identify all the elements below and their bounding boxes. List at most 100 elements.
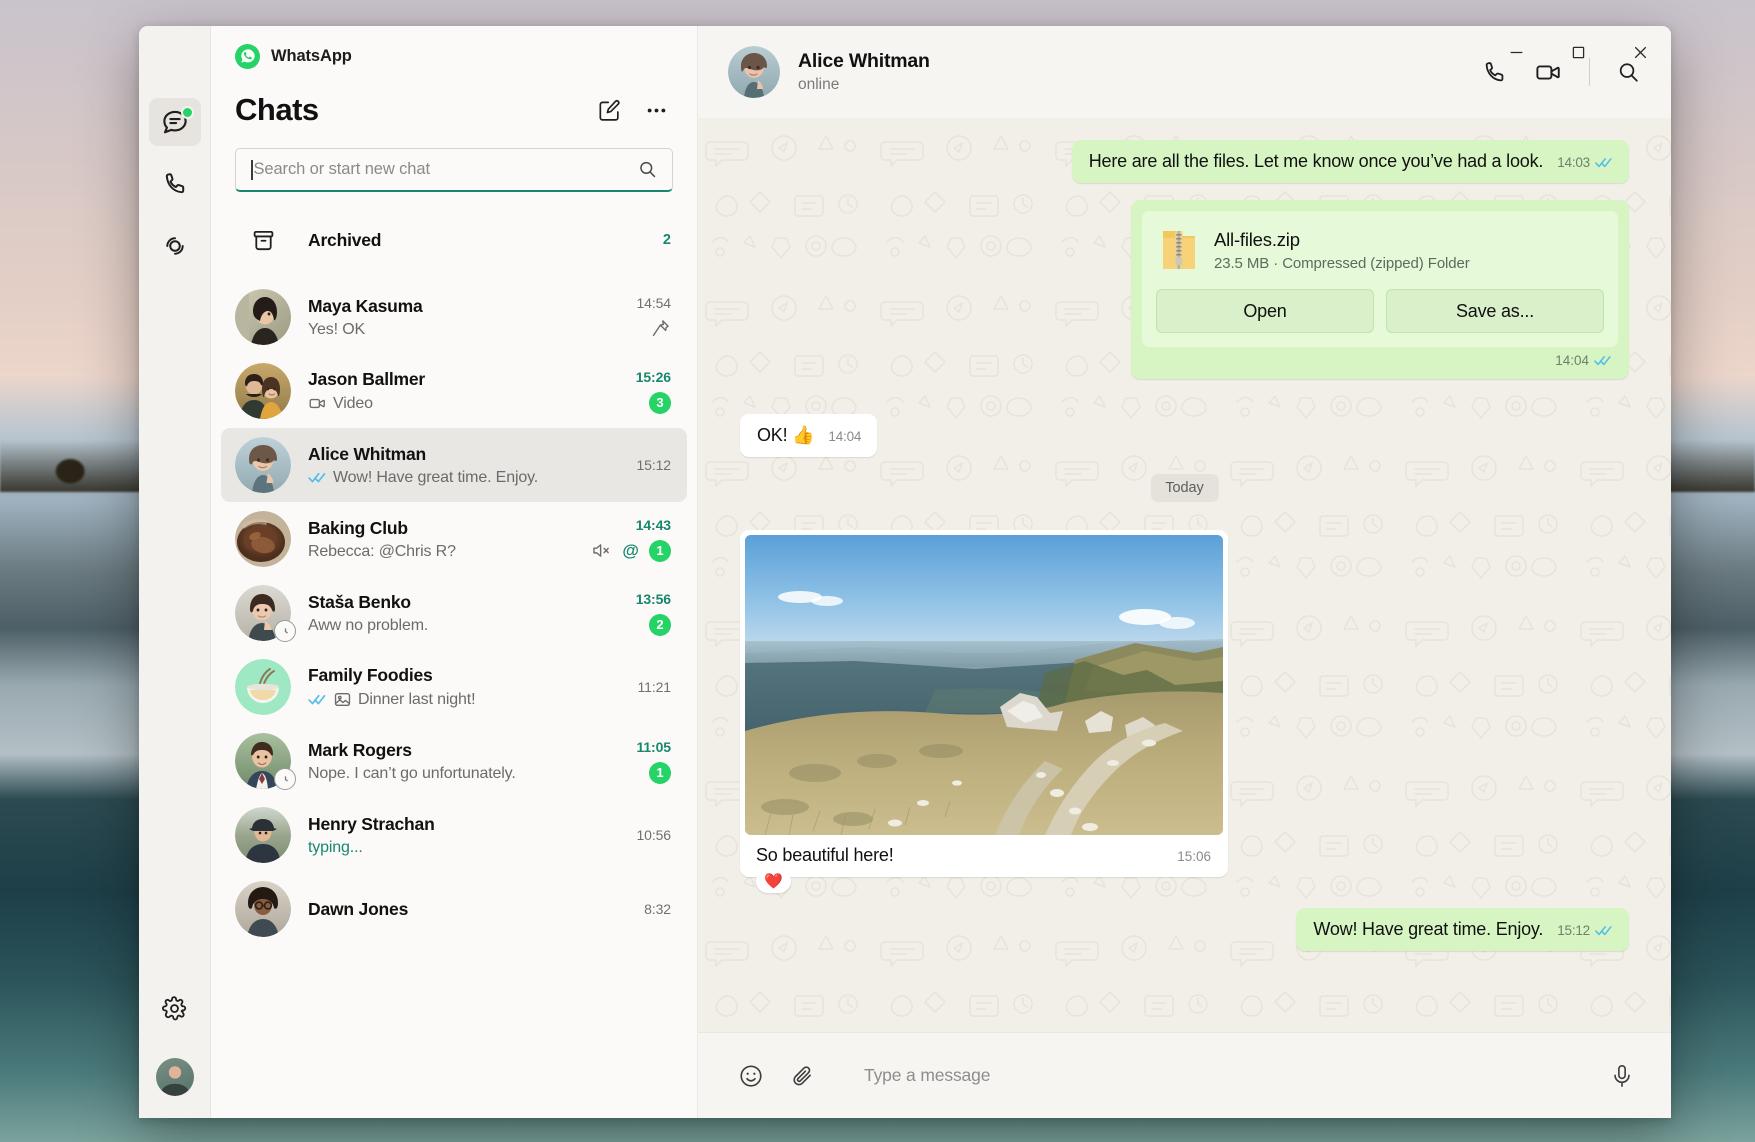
contact-avatar[interactable]	[235, 585, 296, 642]
chat-rows-container: Archived 2 Maya Kasuma Yes! OK 14:54 Jas…	[211, 192, 697, 1118]
chat-list-actions	[597, 98, 669, 123]
avatar-image	[235, 881, 291, 937]
file-save-as-button[interactable]: Save as...	[1386, 289, 1604, 333]
close-button[interactable]	[1609, 26, 1671, 78]
contact-avatar[interactable]	[235, 511, 291, 567]
message-content: OK! 👍 14:04	[740, 414, 877, 457]
image-caption: So beautiful here!	[756, 845, 894, 865]
read-ticks-icon	[1595, 158, 1612, 168]
chat-item-right: 10:56	[636, 827, 671, 843]
chat-item-text: Henry Strachan typing...	[308, 814, 619, 857]
unread-indicator-dot	[180, 106, 194, 119]
page-title: Chats	[235, 92, 319, 127]
message-meta: 15:12	[1557, 923, 1613, 940]
chat-item-name: Alice Whitman	[308, 443, 426, 464]
avatar-image	[235, 659, 291, 715]
image-icon	[334, 692, 351, 707]
contact-avatar[interactable]	[235, 437, 291, 493]
minimize-icon	[1510, 51, 1522, 53]
chat-list-item[interactable]: Jason Ballmer Video 15:26 3	[211, 354, 697, 428]
chat-item-preview: Nope. I can’t go unfortunately.	[308, 765, 619, 783]
chat-item-preview: Rebecca: @Chris R?	[308, 543, 574, 561]
avatar-image	[235, 289, 291, 345]
contact-avatar[interactable]	[235, 289, 291, 345]
chat-item-time: 11:05	[636, 738, 671, 755]
contact-avatar[interactable]	[235, 881, 291, 937]
more-options-icon	[647, 108, 666, 112]
contact-avatar[interactable]	[235, 733, 296, 790]
chat-list-item[interactable]: Mark Rogers Nope. I can’t go unfortunate…	[211, 724, 697, 798]
chat-item-right: 14:54	[636, 295, 671, 340]
alice-avatar-art	[728, 46, 780, 98]
chat-list-item[interactable]: Family Foodies Dinner last night! 11:21	[211, 650, 697, 724]
message-bubble-out-file[interactable]: All-files.zip 23.5 MB · Compressed (zipp…	[1131, 200, 1629, 379]
message-bubble-in-text[interactable]: OK! 👍 14:04	[740, 414, 878, 457]
photo-art	[745, 535, 1223, 835]
paperclip-icon	[793, 1065, 811, 1085]
chat-list-item[interactable]: Henry Strachan typing... 10:56	[211, 798, 697, 872]
search-area: Search or start new chat	[211, 128, 697, 192]
message-bubble-out-text[interactable]: Here are all the files. Let me know once…	[1071, 140, 1629, 183]
message-list: Here are all the files. Let me know once…	[698, 118, 1671, 1032]
unread-badge: 1	[649, 539, 671, 562]
attach-button[interactable]	[790, 1063, 816, 1089]
window-controls	[1485, 26, 1671, 78]
video-icon	[309, 398, 325, 409]
file-message-meta: 14:04	[1142, 347, 1618, 368]
maximize-button[interactable]	[1547, 26, 1609, 78]
chat-item-text: Staša Benko Aww no problem.	[308, 592, 619, 635]
chat-item-text: Maya Kasuma Yes! OK	[308, 296, 619, 339]
chat-item-time: 13:56	[635, 590, 671, 607]
rail-bottom-group	[149, 984, 201, 1118]
search-input[interactable]: Search or start new chat	[235, 148, 673, 192]
contact-avatar[interactable]	[235, 363, 291, 419]
archived-label: Archived	[308, 229, 382, 250]
chat-list-item[interactable]: Staša Benko Aww no problem. 13:56 2	[211, 576, 697, 650]
rail-item-chats[interactable]	[148, 98, 201, 146]
chat-item-time: 14:54	[636, 294, 671, 311]
message-text: OK! 👍	[757, 425, 815, 445]
message-input[interactable]: Type a message	[842, 1065, 1583, 1086]
new-chat-button[interactable]	[597, 98, 622, 123]
contact-avatar[interactable]	[728, 46, 780, 98]
profile-avatar[interactable]	[155, 1058, 194, 1096]
chat-list-item[interactable]: Baking Club Rebecca: @Chris R? 14:43 @1	[211, 502, 697, 576]
chat-list-header: Chats	[211, 86, 697, 128]
mute-icon	[593, 544, 610, 557]
voice-message-button[interactable]	[1609, 1063, 1635, 1089]
chat-item-indicators: 3	[649, 391, 671, 414]
contact-avatar[interactable]	[235, 807, 291, 863]
day-divider: Today	[1150, 474, 1219, 502]
chat-item-time: 15:26	[635, 368, 671, 385]
chat-list-item[interactable]: Dawn Jones 8:32	[211, 872, 697, 946]
message-bubble-in-image[interactable]: So beautiful here! 15:06 ❤️	[740, 530, 1228, 893]
message-time: 14:03	[1557, 155, 1590, 170]
chat-item-text: Family Foodies Dinner last night!	[308, 665, 621, 709]
archived-row[interactable]: Archived 2	[211, 200, 697, 280]
whatsapp-window: WhatsApp Chats Search or start new chat …	[139, 26, 1671, 1118]
rail-item-settings[interactable]	[149, 984, 201, 1032]
preview-text: Aww no problem.	[308, 616, 429, 634]
message-reaction[interactable]: ❤️	[756, 869, 791, 893]
chat-list-item[interactable]: Alice Whitman Wow! Have great time. Enjo…	[221, 428, 687, 502]
unread-badge: 2	[649, 613, 671, 636]
chat-item-time: 14:43	[635, 516, 671, 533]
chat-item-right: 15:12	[636, 457, 671, 473]
file-name: All-files.zip	[1214, 228, 1300, 250]
mountain-ridge-photo[interactable]	[745, 535, 1223, 835]
rail-item-status[interactable]	[149, 222, 201, 270]
chat-item-name: Staša Benko	[308, 591, 411, 612]
image-caption-row: So beautiful here! 15:06	[745, 835, 1223, 877]
emoji-button[interactable]	[738, 1063, 764, 1089]
avatar-image	[235, 511, 291, 567]
contact-avatar[interactable]	[235, 659, 291, 715]
chat-item-time: 11:21	[637, 679, 672, 695]
chat-list-item[interactable]: Maya Kasuma Yes! OK 14:54	[211, 280, 697, 354]
minimize-button[interactable]	[1485, 26, 1547, 78]
message-bubble-out-text-last[interactable]: Wow! Have great time. Enjoy. 15:12	[1296, 908, 1629, 951]
file-open-button[interactable]: Open	[1156, 289, 1374, 333]
chat-item-preview: Dinner last night!	[308, 690, 621, 709]
more-options-button[interactable]	[644, 98, 669, 123]
messages-inner: Here are all the files. Let me know once…	[740, 118, 1629, 1022]
rail-item-calls[interactable]	[149, 160, 201, 208]
